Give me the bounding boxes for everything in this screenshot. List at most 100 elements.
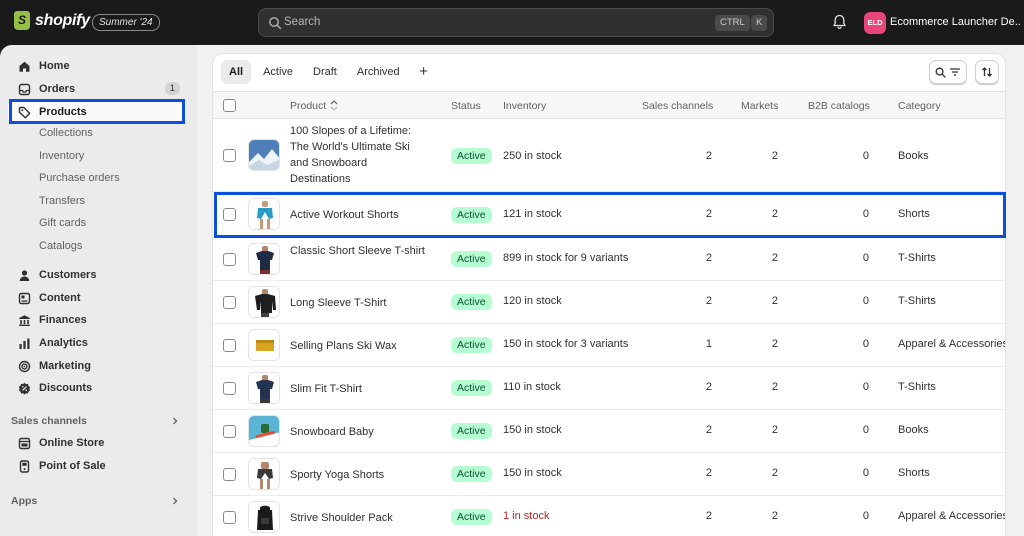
home-icon (19, 61, 30, 72)
chevron-right-icon[interactable] (171, 417, 179, 425)
table-row[interactable]: Strive Shoulder Pack Active 1 in stock 2… (213, 496, 1005, 536)
row-checkbox[interactable] (223, 339, 236, 352)
tab-active[interactable]: Active (255, 60, 301, 84)
sidebar-subitem-purchase-orders[interactable]: Purchase orders (39, 172, 120, 184)
row-checkbox[interactable] (223, 253, 236, 266)
status-badge: Active (451, 148, 492, 164)
sidebar-item-point-of-sale[interactable]: Point of Sale (8, 455, 186, 477)
table-row[interactable]: Selling Plans Ski Wax Active 150 in stoc… (213, 324, 1005, 367)
product-name-link[interactable]: Selling Plans Ski Wax (290, 338, 430, 354)
storefront-icon (18, 437, 31, 449)
row-checkbox[interactable] (223, 425, 236, 438)
product-thumbnail (248, 501, 280, 533)
orders-count-badge: 1 (164, 82, 180, 95)
sidebar-item-marketing[interactable]: Marketing (8, 355, 186, 377)
product-name-link[interactable]: 100 Slopes of a Lifetime: The World's Ul… (290, 123, 430, 187)
tab-all[interactable]: All (221, 60, 252, 84)
table-row[interactable]: Classic Short Sleeve T-shirt Active 899 … (213, 238, 1005, 281)
product-name-link[interactable]: Strive Shoulder Pack (290, 510, 430, 526)
b2b-catalogs-value: 0 (862, 510, 869, 522)
notification-bell-icon[interactable] (832, 14, 847, 30)
column-header-category[interactable]: Category (898, 100, 941, 112)
sidebar-subitem-collections[interactable]: Collections (39, 127, 93, 139)
product-name-link[interactable]: Classic Short Sleeve T-shirt (290, 243, 430, 259)
shortcut-k-key: K (751, 15, 768, 31)
view-tabs: All Active Draft Archived + (221, 60, 436, 84)
category-value: Apparel & Accessories (898, 510, 1005, 522)
product-name-link[interactable]: Long Sleeve T-Shirt (290, 295, 430, 311)
sort-button[interactable] (975, 60, 999, 84)
sidebar-subitem-transfers[interactable]: Transfers (39, 195, 85, 207)
sidebar-item-customers[interactable]: Customers (8, 264, 186, 286)
sidebar-subitem-gift-cards[interactable]: Gift cards (39, 217, 86, 229)
main-content: All Active Draft Archived + Product Stat… (197, 45, 1024, 536)
products-table-card: All Active Draft Archived + Product Stat… (213, 54, 1005, 536)
sidebar-item-discounts[interactable]: Discounts (8, 377, 186, 399)
category-value: Apparel & Accessories (898, 338, 1005, 350)
b2b-catalogs-value: 0 (862, 295, 869, 307)
inventory-value: 899 in stock for 9 variants (503, 252, 629, 264)
sidebar-item-orders[interactable]: Orders 1 (8, 78, 186, 100)
shopify-logo[interactable]: shopify (14, 11, 90, 30)
sidebar-item-label: Orders (39, 83, 76, 95)
sales-channels-heading[interactable]: Sales channels (11, 415, 87, 427)
table-row[interactable]: Slim Fit T-Shirt Active 110 in stock 2 2… (213, 367, 1005, 410)
row-checkbox[interactable] (223, 468, 236, 481)
column-header-inventory[interactable]: Inventory (503, 100, 546, 112)
sidebar-item-analytics[interactable]: Analytics (8, 332, 186, 354)
search-bar[interactable]: Search CTRL K (258, 8, 774, 37)
category-value: T-Shirts (898, 295, 936, 307)
markets-value: 2 (771, 510, 778, 522)
ski-wax-image (249, 330, 279, 360)
table-row[interactable]: 100 Slopes of a Lifetime: The World's Ul… (213, 119, 1005, 192)
product-name-link[interactable]: Slim Fit T-Shirt (290, 381, 430, 397)
row-checkbox[interactable] (223, 511, 236, 524)
inventory-value: 250 in stock (503, 150, 562, 162)
edition-badge: Summer '24 (92, 14, 160, 31)
tab-draft[interactable]: Draft (305, 60, 345, 84)
add-view-plus-icon[interactable]: + (412, 60, 436, 84)
sidebar-item-label: Finances (39, 314, 87, 326)
sidebar-subitem-catalogs[interactable]: Catalogs (39, 240, 82, 252)
backpack-image (249, 502, 279, 532)
status-badge: Active (451, 251, 492, 267)
column-header-sales-channels[interactable]: Sales channels (642, 100, 713, 112)
select-all-checkbox[interactable] (223, 99, 236, 112)
search-icon (269, 17, 282, 30)
status-badge: Active (451, 466, 492, 482)
category-value: T-Shirts (898, 381, 936, 393)
apps-heading[interactable]: Apps (11, 495, 37, 507)
search-icon (935, 67, 946, 78)
product-name-link[interactable]: Sporty Yoga Shorts (290, 467, 430, 483)
column-header-product[interactable]: Product (290, 100, 326, 112)
sort-ascending-icon[interactable] (330, 100, 338, 111)
store-name[interactable]: Ecommerce Launcher De... (890, 16, 1020, 28)
bank-icon (19, 314, 30, 326)
table-row[interactable]: Sporty Yoga Shorts Active 150 in stock 2… (213, 453, 1005, 496)
column-header-b2b-catalogs[interactable]: B2B catalogs (808, 100, 870, 112)
chevron-right-icon[interactable] (171, 497, 179, 505)
sales-channels-value: 2 (705, 252, 712, 264)
sort-arrows-icon (982, 67, 992, 77)
sidebar-item-label: Home (39, 60, 70, 72)
product-name-link[interactable]: Snowboard Baby (290, 424, 430, 440)
row-checkbox[interactable] (223, 296, 236, 309)
sidebar-item-online-store[interactable]: Online Store (8, 432, 186, 454)
sidebar-subitem-inventory[interactable]: Inventory (39, 150, 84, 162)
table-row[interactable]: Long Sleeve T-Shirt Active 120 in stock … (213, 281, 1005, 324)
sales-channels-value: 2 (705, 150, 712, 162)
row-checkbox[interactable] (223, 149, 236, 162)
bar-chart-icon (19, 338, 30, 349)
tab-archived[interactable]: Archived (349, 60, 408, 84)
search-filter-button[interactable] (929, 60, 967, 84)
sidebar-item-home[interactable]: Home (8, 55, 186, 77)
column-header-status[interactable]: Status (451, 100, 481, 112)
column-header-markets[interactable]: Markets (741, 100, 778, 112)
sidebar-item-content[interactable]: Content (8, 287, 186, 309)
sidebar-item-label: Analytics (39, 337, 88, 349)
row-checkbox[interactable] (223, 382, 236, 395)
sidebar-item-finances[interactable]: Finances (8, 309, 186, 331)
status-badge: Active (451, 294, 492, 310)
store-avatar[interactable]: ELD (864, 12, 886, 34)
table-row[interactable]: Snowboard Baby Active 150 in stock 2 2 0… (213, 410, 1005, 453)
